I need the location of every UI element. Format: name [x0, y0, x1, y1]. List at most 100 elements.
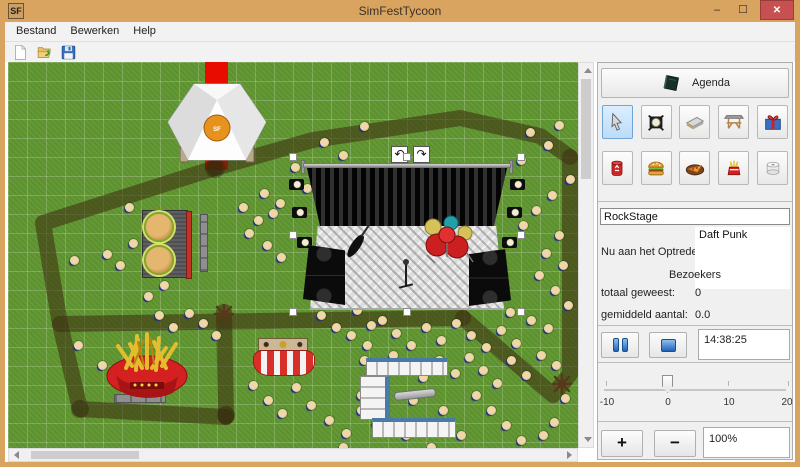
minimize-button[interactable]: –	[704, 0, 730, 20]
tool-trashcan-button[interactable]	[602, 151, 633, 185]
divider	[598, 201, 792, 202]
rotate-cw-button[interactable]: ↷	[413, 146, 430, 163]
visitor-dot	[502, 421, 511, 430]
entrance-tent[interactable]: SF	[168, 78, 266, 166]
festival-map[interactable]: SF	[8, 62, 578, 448]
visitor-dot	[260, 189, 269, 198]
selection-handle[interactable]	[289, 308, 297, 316]
selection-handle[interactable]	[289, 231, 297, 239]
app-window: SF SimFestTycoon – ☐ ✕ Bestand Bewerken …	[0, 0, 800, 467]
rock-stage[interactable]	[293, 157, 521, 312]
tool-snack-button[interactable]	[679, 151, 710, 185]
map-vertical-scrollbar[interactable]	[578, 62, 594, 448]
visitor-dot	[320, 138, 329, 147]
tool-spotlight-button[interactable]	[641, 105, 672, 139]
map-horizontal-scrollbar[interactable]	[8, 448, 578, 462]
save-button[interactable]	[60, 44, 77, 61]
visitor-dot	[512, 339, 521, 348]
visitor-dot	[103, 250, 112, 259]
visitor-dot	[551, 286, 560, 295]
fries-icon	[724, 157, 744, 179]
snack-stand[interactable]	[253, 350, 315, 376]
visitor-dot	[160, 281, 169, 290]
visitor-dot	[537, 351, 546, 360]
hamburger-icon	[645, 157, 667, 179]
visitor-dot	[269, 209, 278, 218]
tool-pointer-button[interactable]	[602, 105, 633, 139]
visitor-dot	[467, 331, 476, 340]
visitor-dot	[526, 128, 535, 137]
selection-handle[interactable]	[517, 231, 525, 239]
visitor-dot	[245, 229, 254, 238]
stop-button[interactable]	[649, 332, 687, 358]
tool-hamburger-button[interactable]	[641, 151, 672, 185]
visitor-dot	[185, 309, 194, 318]
visitor-dot	[522, 371, 531, 380]
visitor-dot	[564, 301, 573, 310]
menu-bar: Bestand Bewerken Help	[5, 22, 795, 42]
slider-tick-label: 20	[781, 397, 792, 408]
agenda-button[interactable]: Agenda	[601, 68, 789, 98]
spotlight-rig	[510, 179, 525, 190]
visitors-header: Bezoekers	[598, 269, 792, 281]
mic-stand	[405, 263, 407, 287]
playback-panel: 14:38:25	[598, 325, 792, 363]
speed-slider-zone: -10 0 10 20	[598, 363, 792, 419]
selection-handle[interactable]	[289, 153, 297, 161]
toilet-cabins[interactable]	[372, 418, 456, 438]
selection-handle[interactable]	[403, 153, 411, 161]
menu-bestand[interactable]: Bestand	[9, 22, 63, 41]
zoom-level-display: 100%	[703, 427, 790, 458]
visitor-dot	[347, 331, 356, 340]
menu-bewerken[interactable]: Bewerken	[63, 22, 126, 41]
agenda-book-icon	[660, 73, 682, 93]
zoom-in-button[interactable]: +	[601, 430, 643, 457]
zoom-out-button[interactable]: −	[654, 430, 696, 457]
visitor-dot	[212, 331, 221, 340]
bench[interactable]	[200, 214, 208, 272]
hamburger-stand[interactable]	[134, 210, 196, 278]
slider-tick-label: 0	[665, 397, 671, 408]
visitor-dot	[342, 429, 351, 438]
toilet-cabins[interactable]	[360, 376, 390, 420]
tool-toilet-button[interactable]	[757, 151, 788, 185]
visitor-dot	[555, 121, 564, 130]
toilet-paper-icon	[763, 157, 783, 179]
spotlight-rig	[502, 237, 517, 248]
maximize-button[interactable]: ☐	[730, 0, 756, 20]
toilet-cabins[interactable]	[366, 358, 448, 376]
tool-stage-button[interactable]	[679, 105, 710, 139]
fries-stand[interactable]	[104, 324, 190, 400]
title-bar[interactable]: SF SimFestTycoon – ☐ ✕	[0, 0, 800, 22]
horizontal-scroll-thumb[interactable]	[31, 451, 139, 459]
visitor-dot	[507, 356, 516, 365]
selection-handle[interactable]	[403, 308, 411, 316]
visitor-dot	[407, 341, 416, 350]
menu-help[interactable]: Help	[126, 22, 163, 41]
scroll-left-icon[interactable]	[14, 451, 19, 459]
scroll-up-icon[interactable]	[584, 68, 592, 73]
scroll-down-icon[interactable]	[584, 437, 592, 442]
scroll-right-icon[interactable]	[567, 451, 572, 459]
stage-piece-icon	[684, 111, 706, 133]
pause-button[interactable]	[601, 332, 639, 358]
visitor-dot	[332, 323, 341, 332]
burger-prop	[144, 245, 174, 275]
open-file-button[interactable]	[36, 44, 53, 61]
spotlight-rig	[292, 207, 307, 218]
visitor-dot	[451, 369, 460, 378]
tool-gift-button[interactable]	[757, 105, 788, 139]
gift-icon	[762, 111, 784, 133]
stage-name-input[interactable]	[600, 208, 790, 225]
visitor-dot	[544, 324, 553, 333]
vertical-scroll-thumb[interactable]	[581, 79, 591, 179]
new-file-button[interactable]	[12, 44, 29, 61]
selection-handle[interactable]	[517, 308, 525, 316]
tool-scaffold-button[interactable]	[718, 105, 749, 139]
tool-fries-button[interactable]	[718, 151, 749, 185]
close-button[interactable]: ✕	[760, 0, 794, 20]
selection-handle[interactable]	[517, 153, 525, 161]
visitor-dot	[550, 418, 559, 427]
speed-slider-track[interactable]	[604, 389, 786, 391]
visitor-dot	[263, 241, 272, 250]
